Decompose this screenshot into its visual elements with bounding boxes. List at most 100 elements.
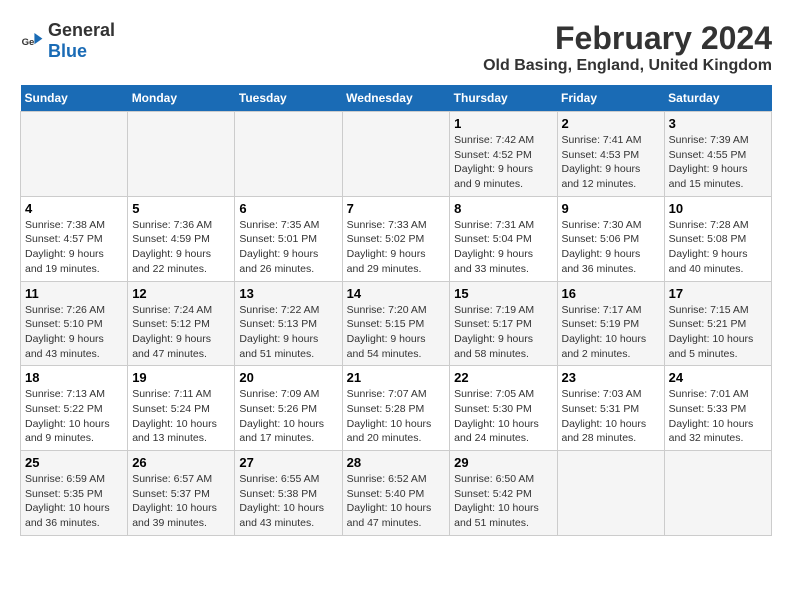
calendar-cell: 24 Sunrise: 7:01 AM Sunset: 5:33 PM Dayli… xyxy=(664,366,771,451)
calendar-cell: 22Sunrise: 7:05 AM Sunset: 5:30 PM Dayli… xyxy=(450,366,557,451)
day-number: 3 xyxy=(669,116,767,131)
day-info: Sunrise: 7:33 AM Sunset: 5:02 PM Dayligh… xyxy=(347,218,446,277)
header-thursday: Thursday xyxy=(450,85,557,112)
day-number: 9 xyxy=(562,201,660,216)
day-number: 13 xyxy=(239,286,337,301)
day-info: Sunrise: 7:17 AM Sunset: 5:19 PM Dayligh… xyxy=(562,303,660,362)
day-number: 12 xyxy=(132,286,230,301)
day-number: 16 xyxy=(562,286,660,301)
day-info: Sunrise: 7:42 AM Sunset: 4:52 PM Dayligh… xyxy=(454,133,552,192)
day-info: Sunrise: 6:50 AM Sunset: 5:42 PM Dayligh… xyxy=(454,472,552,531)
calendar-cell: 2 Sunrise: 7:41 AM Sunset: 4:53 PM Daylig… xyxy=(557,112,664,197)
day-info: Sunrise: 7:03 AM Sunset: 5:31 PM Dayligh… xyxy=(562,387,660,446)
day-number: 24 xyxy=(669,370,767,385)
day-number: 22 xyxy=(454,370,552,385)
day-number: 18 xyxy=(25,370,123,385)
main-title: February 2024 xyxy=(483,20,772,57)
calendar-cell: 11 Sunrise: 7:26 AM Sunset: 5:10 PM Dayli… xyxy=(21,281,128,366)
day-number: 14 xyxy=(347,286,446,301)
calendar-cell: 1 Sunrise: 7:42 AM Sunset: 4:52 PM Daylig… xyxy=(450,112,557,197)
calendar-cell xyxy=(128,112,235,197)
calendar-cell: 5 Sunrise: 7:36 AM Sunset: 4:59 PM Daylig… xyxy=(128,196,235,281)
day-number: 2 xyxy=(562,116,660,131)
day-number: 15 xyxy=(454,286,552,301)
calendar-cell: 20 Sunrise: 7:09 AM Sunset: 5:26 PM Dayli… xyxy=(235,366,342,451)
calendar-cell: 17Sunrise: 7:15 AM Sunset: 5:21 PM Dayli… xyxy=(664,281,771,366)
day-info: Sunrise: 7:36 AM Sunset: 4:59 PM Dayligh… xyxy=(132,218,230,277)
calendar-cell: 27Sunrise: 6:55 AM Sunset: 5:38 PM Dayli… xyxy=(235,451,342,536)
day-info: Sunrise: 7:13 AM Sunset: 5:22 PM Dayligh… xyxy=(25,387,123,446)
calendar-week-4: 25Sunrise: 6:59 AM Sunset: 5:35 PM Dayli… xyxy=(21,451,772,536)
day-number: 26 xyxy=(132,455,230,470)
calendar-cell: 14 Sunrise: 7:20 AM Sunset: 5:15 PM Dayli… xyxy=(342,281,450,366)
day-info: Sunrise: 7:28 AM Sunset: 5:08 PM Dayligh… xyxy=(669,218,767,277)
calendar-cell: 3 Sunrise: 7:39 AM Sunset: 4:55 PM Daylig… xyxy=(664,112,771,197)
day-info: Sunrise: 7:20 AM Sunset: 5:15 PM Dayligh… xyxy=(347,303,446,362)
day-info: Sunrise: 6:57 AM Sunset: 5:37 PM Dayligh… xyxy=(132,472,230,531)
calendar-header-row: SundayMondayTuesdayWednesdayThursdayFrid… xyxy=(21,85,772,112)
day-number: 11 xyxy=(25,286,123,301)
day-info: Sunrise: 7:01 AM Sunset: 5:33 PM Dayligh… xyxy=(669,387,767,446)
day-info: Sunrise: 7:26 AM Sunset: 5:10 PM Dayligh… xyxy=(25,303,123,362)
logo: Ge General Blue xyxy=(20,20,115,62)
calendar-cell xyxy=(21,112,128,197)
calendar-week-0: 1 Sunrise: 7:42 AM Sunset: 4:52 PM Daylig… xyxy=(21,112,772,197)
subtitle: Old Basing, England, United Kingdom xyxy=(483,57,772,75)
page-header: Ge General Blue February 2024 Old Basing… xyxy=(20,20,772,75)
calendar-cell xyxy=(557,451,664,536)
calendar-cell: 6Sunrise: 7:35 AM Sunset: 5:01 PM Daylig… xyxy=(235,196,342,281)
day-number: 23 xyxy=(562,370,660,385)
day-number: 7 xyxy=(347,201,446,216)
calendar-week-1: 4 Sunrise: 7:38 AM Sunset: 4:57 PM Daylig… xyxy=(21,196,772,281)
day-number: 20 xyxy=(239,370,337,385)
header-saturday: Saturday xyxy=(664,85,771,112)
day-number: 5 xyxy=(132,201,230,216)
calendar-cell: 12Sunrise: 7:24 AM Sunset: 5:12 PM Dayli… xyxy=(128,281,235,366)
calendar-cell: 8 Sunrise: 7:31 AM Sunset: 5:04 PM Daylig… xyxy=(450,196,557,281)
title-section: February 2024 Old Basing, England, Unite… xyxy=(483,20,772,75)
day-info: Sunrise: 7:31 AM Sunset: 5:04 PM Dayligh… xyxy=(454,218,552,277)
header-wednesday: Wednesday xyxy=(342,85,450,112)
day-info: Sunrise: 7:38 AM Sunset: 4:57 PM Dayligh… xyxy=(25,218,123,277)
day-info: Sunrise: 7:22 AM Sunset: 5:13 PM Dayligh… xyxy=(239,303,337,362)
calendar-cell: 7 Sunrise: 7:33 AM Sunset: 5:02 PM Daylig… xyxy=(342,196,450,281)
day-number: 1 xyxy=(454,116,552,131)
day-info: Sunrise: 7:41 AM Sunset: 4:53 PM Dayligh… xyxy=(562,133,660,192)
day-info: Sunrise: 7:11 AM Sunset: 5:24 PM Dayligh… xyxy=(132,387,230,446)
day-number: 10 xyxy=(669,201,767,216)
calendar-cell: 28Sunrise: 6:52 AM Sunset: 5:40 PM Dayli… xyxy=(342,451,450,536)
calendar-cell: 29Sunrise: 6:50 AM Sunset: 5:42 PM Dayli… xyxy=(450,451,557,536)
calendar-cell: 26 Sunrise: 6:57 AM Sunset: 5:37 PM Dayli… xyxy=(128,451,235,536)
day-info: Sunrise: 7:19 AM Sunset: 5:17 PM Dayligh… xyxy=(454,303,552,362)
day-number: 6 xyxy=(239,201,337,216)
calendar-cell: 18 Sunrise: 7:13 AM Sunset: 5:22 PM Dayli… xyxy=(21,366,128,451)
svg-text:Ge: Ge xyxy=(22,37,35,48)
day-number: 21 xyxy=(347,370,446,385)
day-info: Sunrise: 7:30 AM Sunset: 5:06 PM Dayligh… xyxy=(562,218,660,277)
day-info: Sunrise: 7:07 AM Sunset: 5:28 PM Dayligh… xyxy=(347,387,446,446)
calendar-cell xyxy=(235,112,342,197)
calendar-week-3: 18 Sunrise: 7:13 AM Sunset: 5:22 PM Dayli… xyxy=(21,366,772,451)
calendar-cell: 25Sunrise: 6:59 AM Sunset: 5:35 PM Dayli… xyxy=(21,451,128,536)
calendar-cell: 4 Sunrise: 7:38 AM Sunset: 4:57 PM Daylig… xyxy=(21,196,128,281)
calendar-cell: 16 Sunrise: 7:17 AM Sunset: 5:19 PM Dayli… xyxy=(557,281,664,366)
day-number: 8 xyxy=(454,201,552,216)
logo-blue: Blue xyxy=(48,41,87,61)
logo-icon: Ge xyxy=(20,29,44,53)
header-tuesday: Tuesday xyxy=(235,85,342,112)
calendar-cell xyxy=(342,112,450,197)
day-number: 17 xyxy=(669,286,767,301)
calendar-cell: 23 Sunrise: 7:03 AM Sunset: 5:31 PM Dayli… xyxy=(557,366,664,451)
day-info: Sunrise: 7:39 AM Sunset: 4:55 PM Dayligh… xyxy=(669,133,767,192)
calendar-week-2: 11 Sunrise: 7:26 AM Sunset: 5:10 PM Dayli… xyxy=(21,281,772,366)
day-info: Sunrise: 6:59 AM Sunset: 5:35 PM Dayligh… xyxy=(25,472,123,531)
header-friday: Friday xyxy=(557,85,664,112)
calendar-table: SundayMondayTuesdayWednesdayThursdayFrid… xyxy=(20,85,772,536)
calendar-cell: 21 Sunrise: 7:07 AM Sunset: 5:28 PM Dayli… xyxy=(342,366,450,451)
calendar-cell: 13 Sunrise: 7:22 AM Sunset: 5:13 PM Dayli… xyxy=(235,281,342,366)
logo-general: General xyxy=(48,20,115,40)
day-number: 4 xyxy=(25,201,123,216)
day-info: Sunrise: 6:55 AM Sunset: 5:38 PM Dayligh… xyxy=(239,472,337,531)
day-info: Sunrise: 7:09 AM Sunset: 5:26 PM Dayligh… xyxy=(239,387,337,446)
day-info: Sunrise: 6:52 AM Sunset: 5:40 PM Dayligh… xyxy=(347,472,446,531)
